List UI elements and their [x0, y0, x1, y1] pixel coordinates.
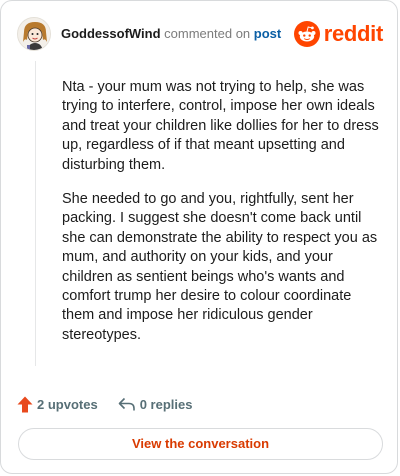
post-link[interactable]: post [254, 26, 281, 41]
brand-wordmark: reddit [323, 21, 384, 46]
comment-embed-card: GoddessofWind commented on post reddit N… [0, 0, 398, 474]
author-username[interactable]: GoddessofWind [61, 26, 161, 41]
user-avatar[interactable] [17, 17, 51, 51]
commented-on-label: commented on [164, 26, 251, 41]
upvote-count: 2 upvotes [37, 396, 98, 412]
view-conversation-button[interactable]: View the conversation [18, 428, 383, 460]
upvote-button[interactable]: 2 upvotes [17, 396, 98, 413]
comment-paragraph: Nta - your mum was not trying to help, s… [62, 79, 379, 173]
thread-line [35, 61, 36, 366]
comment-paragraph: She needed to go and you, rightfully, se… [62, 191, 378, 343]
comment-actions: 2 upvotes 0 replies [17, 393, 192, 415]
comment-body: Nta - your mum was not trying to help, s… [62, 78, 382, 360]
comment-header: GoddessofWind commented on post reddit [17, 16, 383, 52]
comment-meta: GoddessofWind commented on post [61, 26, 281, 42]
reddit-logo[interactable]: reddit [293, 21, 384, 47]
reply-count: 0 replies [139, 396, 193, 412]
reddit-snoo-icon [293, 21, 320, 47]
upvote-arrow-icon [17, 396, 33, 412]
reply-button[interactable]: 0 replies [118, 396, 193, 412]
reply-arrow-icon [118, 397, 135, 411]
